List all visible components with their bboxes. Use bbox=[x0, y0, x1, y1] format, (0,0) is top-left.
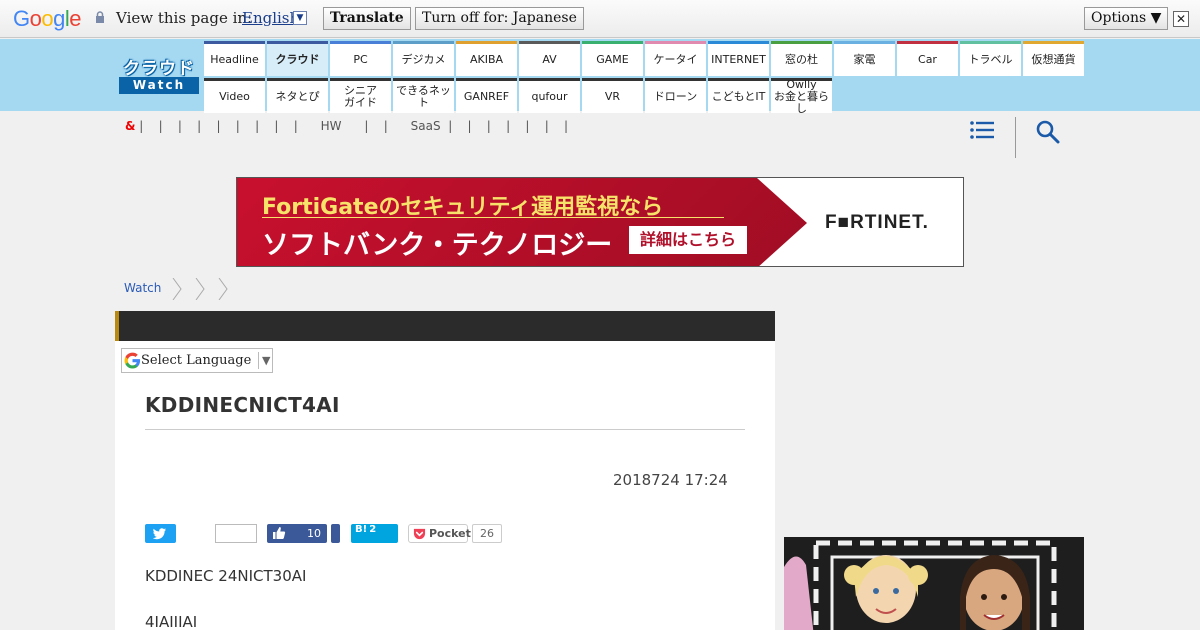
facebook-like-edge[interactable] bbox=[331, 524, 340, 543]
logo-top-text: クラウド bbox=[123, 59, 195, 79]
nav-item[interactable]: トラベル bbox=[960, 41, 1021, 76]
nav-item-secondary[interactable]: Owlly お金と暮らし bbox=[771, 78, 832, 115]
article-date: 2018724 17:24 bbox=[613, 471, 728, 489]
breadcrumb-home[interactable]: Watch bbox=[124, 281, 161, 295]
lock-icon bbox=[96, 11, 104, 23]
article-header-bar bbox=[115, 311, 775, 341]
hatena-bookmark-button[interactable]: B! 2 bbox=[351, 524, 398, 543]
chevron-right-icon bbox=[172, 278, 182, 300]
sub-nav-links[interactable]: & | | | | | | | | | HW | | SaaS | | | | … bbox=[125, 119, 568, 133]
dropdown-divider bbox=[258, 352, 259, 369]
pocket-icon bbox=[413, 528, 426, 540]
twitter-share-button[interactable] bbox=[145, 524, 176, 543]
hatena-count: 2 bbox=[369, 524, 377, 535]
close-icon[interactable]: ✕ bbox=[1173, 11, 1189, 27]
sub-nav: & | | | | | | | | | HW | | SaaS | | | | … bbox=[0, 111, 1200, 143]
select-language-dropdown[interactable]: Select Language ▼ bbox=[121, 348, 273, 373]
nav-item[interactable]: 家電 bbox=[834, 41, 895, 76]
select-language-label: Select Language bbox=[141, 353, 252, 368]
nav-item-secondary[interactable]: GANREF bbox=[456, 78, 517, 113]
children-photo-image bbox=[784, 537, 1084, 630]
nav-item-secondary[interactable]: VR bbox=[582, 78, 643, 113]
nav-item[interactable]: INTERNET bbox=[708, 41, 769, 76]
nav-item-secondary[interactable]: できるネット bbox=[393, 78, 454, 113]
turn-off-button[interactable]: Turn off for: Japanese bbox=[415, 7, 584, 30]
nav-item[interactable]: 仮想通貨 bbox=[1023, 41, 1084, 76]
sub-nav-rest[interactable]: | | | | | | | | | HW | | SaaS | | | | | … bbox=[135, 119, 568, 133]
article-panel: Select Language ▼ KDDINECNICT4AI 2018724… bbox=[115, 311, 775, 630]
article-title: KDDINECNICT4AI bbox=[145, 393, 340, 417]
site-logo[interactable]: クラウド Watch bbox=[119, 54, 199, 95]
article-paragraph-2: 4IAIIIAI bbox=[145, 613, 198, 630]
menu-icon[interactable] bbox=[970, 121, 994, 139]
view-page-label: View this page in: bbox=[116, 9, 253, 27]
thumbs-up-icon bbox=[273, 527, 286, 539]
nav-item[interactable]: GAME bbox=[582, 41, 643, 76]
nav-item-secondary[interactable]: ネタとぴ bbox=[267, 78, 328, 113]
nav-item-secondary[interactable]: qufour bbox=[519, 78, 580, 113]
facebook-like-button[interactable]: 10 bbox=[267, 524, 327, 543]
nav-item[interactable]: AKIBA bbox=[456, 41, 517, 76]
nav-item[interactable]: AV bbox=[519, 41, 580, 76]
nav-item-secondary[interactable]: こどもとIT bbox=[708, 78, 769, 113]
search-icon[interactable] bbox=[1036, 120, 1060, 144]
hatena-label: B! bbox=[355, 524, 368, 535]
target-language-link[interactable]: English bbox=[242, 9, 299, 27]
language-dropdown-icon[interactable]: ▼ bbox=[293, 11, 307, 25]
site-header: クラウド Watch Headline クラウド PC デジカメ AKIBA AV GAME… bbox=[0, 39, 1200, 115]
article-paragraph-1: KDDINEC 24NICT30AI bbox=[145, 567, 307, 585]
title-divider bbox=[145, 429, 745, 430]
options-button[interactable]: Options ▼ bbox=[1084, 7, 1169, 30]
facebook-count-box bbox=[215, 524, 257, 543]
nav-item-secondary[interactable]: Video bbox=[204, 78, 265, 113]
google-g-icon bbox=[124, 352, 141, 369]
pocket-button[interactable]: Pocket bbox=[408, 524, 471, 543]
nav-item[interactable]: ケータイ bbox=[645, 41, 706, 76]
nav-item-secondary[interactable]: シニア ガイド bbox=[330, 78, 391, 113]
nav-item[interactable]: 窓の杜 bbox=[771, 41, 832, 76]
twitter-icon bbox=[152, 528, 166, 540]
translate-button[interactable]: Translate bbox=[323, 7, 411, 30]
sub-nav-divider bbox=[1015, 117, 1016, 158]
nav-item[interactable]: デジカメ bbox=[393, 41, 454, 76]
sub-nav-amp[interactable]: & bbox=[125, 119, 135, 133]
sidebar-ad-image[interactable] bbox=[784, 537, 1084, 630]
chevron-right-icon bbox=[218, 278, 228, 300]
nav-item[interactable]: Car bbox=[897, 41, 958, 76]
chevron-down-icon: ▼ bbox=[262, 354, 271, 367]
nav-item[interactable]: PC bbox=[330, 41, 391, 76]
nav-item[interactable]: Headline bbox=[204, 41, 265, 76]
ad-company: ソフトバンク・テクノロジー bbox=[262, 230, 613, 261]
nav-item[interactable]: クラウド bbox=[267, 41, 328, 76]
pocket-count: 26 bbox=[472, 524, 502, 543]
chevron-right-icon bbox=[195, 278, 205, 300]
ad-banner[interactable]: FortiGateのセキュリティ運用監視なら ソフトバンク・テクノロジー 詳細は… bbox=[236, 177, 964, 267]
nav-item-secondary[interactable]: ドローン bbox=[645, 78, 706, 113]
logo-bottom-text: Watch bbox=[119, 77, 199, 94]
pocket-label: Pocket bbox=[429, 527, 471, 540]
ad-divider bbox=[262, 217, 724, 218]
facebook-like-count: 10 bbox=[307, 527, 321, 540]
ad-cta-button[interactable]: 詳細はこちら bbox=[629, 226, 747, 254]
fortinet-logo: F■RTINET. bbox=[825, 212, 929, 233]
translate-bar: Google View this page in: English ▼ Tran… bbox=[0, 0, 1200, 38]
google-logo: Google bbox=[13, 6, 82, 31]
